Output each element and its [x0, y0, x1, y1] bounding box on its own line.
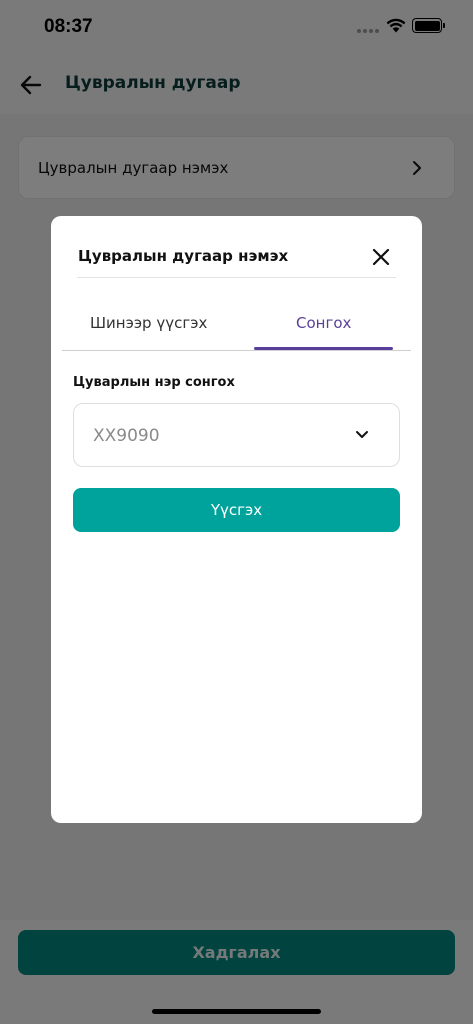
series-name-label: Цуварлын нэр сонгох	[73, 375, 235, 390]
active-tab-indicator	[254, 347, 393, 350]
select-value: XX9090	[93, 426, 160, 446]
chevron-down-icon	[356, 431, 368, 438]
divider	[77, 277, 396, 278]
tab-create-new[interactable]: Шинээр үүсгэх	[90, 314, 207, 332]
tab-select[interactable]: Сонгох	[296, 314, 351, 332]
series-name-select[interactable]: XX9090	[73, 403, 400, 467]
close-icon[interactable]	[370, 246, 392, 268]
create-button[interactable]: Үүсгэх	[73, 488, 400, 532]
modal-title: Цувралын дугаар нэмэх	[78, 247, 289, 265]
add-serial-modal: Цувралын дугаар нэмэх Шинээр үүсгэх Сонг…	[51, 216, 422, 823]
tab-bar: Шинээр үүсгэх Сонгох	[62, 306, 411, 351]
